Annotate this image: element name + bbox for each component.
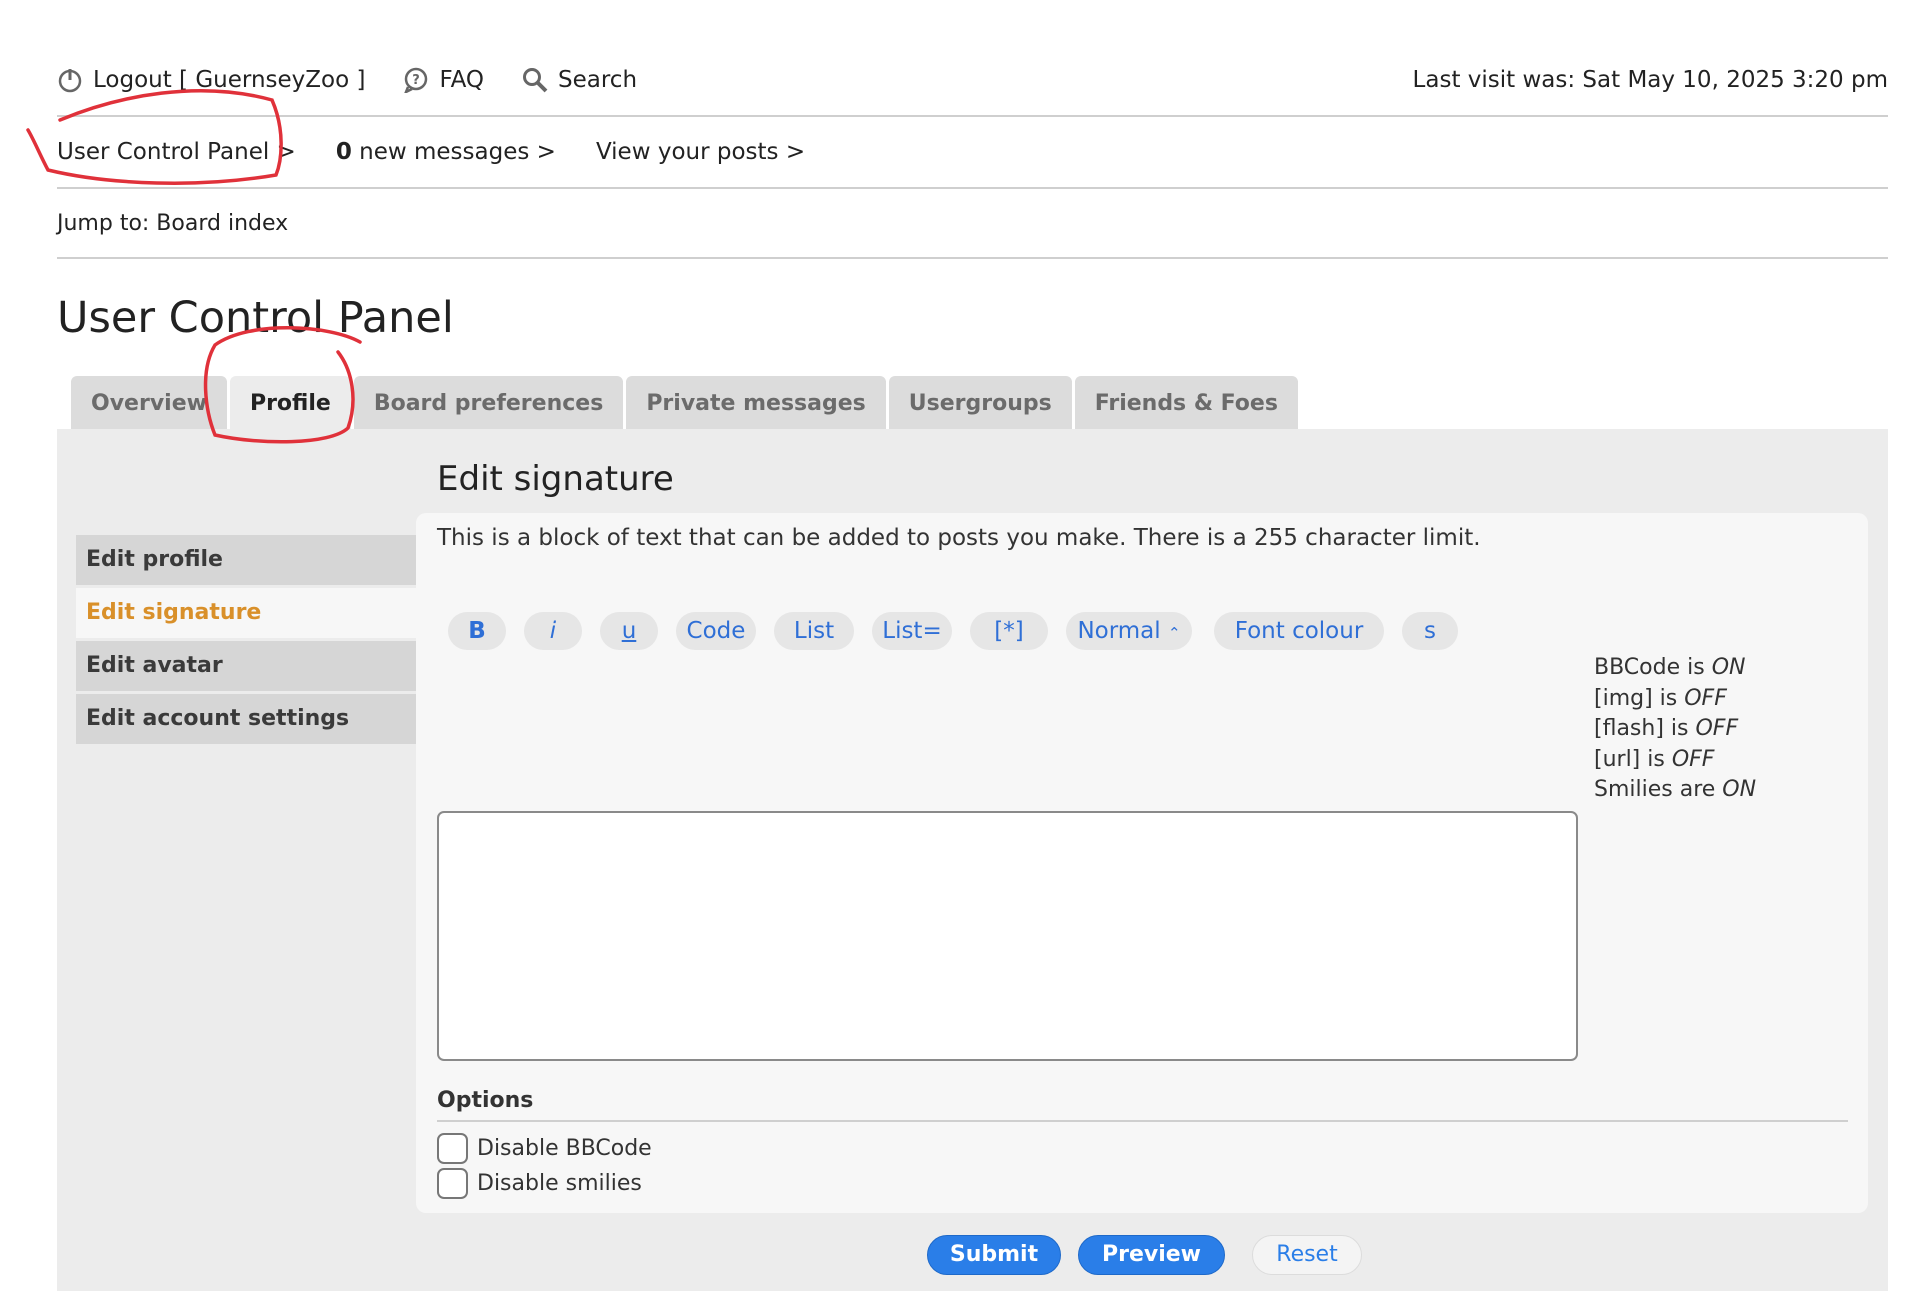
status-smilies-value: ON [1722, 777, 1757, 802]
ucp-link[interactable]: User Control Panel > [57, 139, 296, 165]
search-icon [523, 68, 548, 93]
options-divider [437, 1120, 1848, 1122]
tab-friends-foes[interactable]: Friends & Foes [1074, 376, 1298, 431]
ordered-list-button[interactable]: List= [872, 612, 952, 650]
status-bbcode: BBCode is ON [1594, 653, 1756, 684]
list-button[interactable]: List [774, 612, 854, 650]
status-img: [img] is OFF [1594, 684, 1756, 715]
reset-button[interactable]: Reset [1252, 1235, 1362, 1275]
disable-smilies-checkbox[interactable] [437, 1168, 468, 1199]
status-img-value: OFF [1684, 685, 1727, 711]
tab-usergroups[interactable]: Usergroups [888, 376, 1072, 431]
underline-button[interactable]: u [600, 612, 658, 650]
status-flash: [flash] is OFF [1594, 714, 1756, 745]
subnav: User Control Panel > 0 new messages > Vi… [57, 117, 1888, 189]
tab-bar: Overview Profile Board preferences Priva… [57, 375, 1888, 431]
disable-bbcode-label: Disable BBCode [477, 1136, 652, 1161]
status-bbcode-value: ON [1711, 655, 1746, 680]
options-title: Options [437, 1088, 534, 1113]
section-title: Edit signature [437, 459, 674, 499]
status-flash-value: OFF [1695, 716, 1739, 741]
logout-label: Logout [ GuernseyZoo ] [93, 67, 366, 93]
signature-textarea[interactable] [437, 811, 1578, 1061]
code-button[interactable]: Code [676, 612, 756, 650]
logout-link[interactable]: Logout [ GuernseyZoo ] [57, 67, 365, 93]
bold-button[interactable]: B [448, 612, 506, 650]
sidebar: Edit profile Edit signature Edit avatar … [76, 535, 416, 747]
question-icon: ? [404, 67, 428, 93]
search-link[interactable]: Search [522, 67, 637, 93]
tab-profile[interactable]: Profile [229, 376, 351, 431]
status-url-label: [url] is [1594, 746, 1672, 772]
disable-smilies-option[interactable]: Disable smilies [437, 1168, 642, 1199]
new-messages-label: new messages > [351, 139, 556, 165]
bbcode-status: BBCode is ON [img] is OFF [flash] is OFF… [1594, 653, 1756, 806]
preview-button[interactable]: Preview [1078, 1235, 1225, 1275]
tab-overview[interactable]: Overview [71, 376, 227, 431]
search-label: Search [558, 67, 638, 93]
form-buttons: Submit Preview Reset [927, 1235, 1379, 1275]
font-colour-button[interactable]: Font colour [1214, 612, 1384, 650]
last-visit: Last visit was: Sat May 10, 2025 3:20 pm [1412, 67, 1888, 93]
list-item-button[interactable]: [*] [970, 612, 1048, 650]
ucp-panel: Edit profile Edit signature Edit avatar … [57, 429, 1888, 1291]
chevron-updown-icon: ⌃ [1167, 624, 1181, 642]
tab-private-messages[interactable]: Private messages [626, 376, 886, 431]
tab-board-preferences[interactable]: Board preferences [353, 376, 624, 431]
jump-bar: Jump to: Board index [57, 189, 1888, 259]
status-smilies-label: Smilies are [1594, 777, 1723, 802]
top-nav: Logout [ GuernseyZoo ] ? FAQ Search Last… [57, 45, 1888, 117]
new-messages-count: 0 [335, 139, 352, 165]
italic-button[interactable]: i [524, 612, 582, 650]
view-posts-link[interactable]: View your posts > [596, 139, 805, 165]
jump-to-link[interactable]: Jump to: Board index [57, 211, 288, 236]
bbcode-toolbar: B i u Code List List= [*] Normal ⌃ Font … [448, 612, 1476, 650]
sidebar-item-edit-avatar[interactable]: Edit avatar [76, 641, 416, 691]
signature-description: This is a block of text that can be adde… [437, 525, 1481, 551]
sidebar-item-edit-account-settings[interactable]: Edit account settings [76, 694, 416, 744]
font-size-select[interactable]: Normal ⌃ [1066, 612, 1192, 650]
disable-bbcode-checkbox[interactable] [437, 1133, 468, 1164]
sidebar-item-edit-profile[interactable]: Edit profile [76, 535, 416, 585]
status-bbcode-label: BBCode is [1594, 655, 1712, 680]
status-flash-label: [flash] is [1594, 716, 1696, 741]
disable-bbcode-option[interactable]: Disable BBCode [437, 1133, 652, 1164]
faq-link[interactable]: ? FAQ [403, 67, 484, 93]
page-title: User Control Panel [57, 293, 454, 343]
status-smilies: Smilies are ON [1594, 775, 1756, 806]
power-icon [58, 69, 82, 93]
signature-form: This is a block of text that can be adde… [416, 513, 1868, 1213]
new-messages-link[interactable]: 0 new messages > [336, 139, 556, 165]
page: Logout [ GuernseyZoo ] ? FAQ Search Last… [57, 0, 1888, 1291]
status-url: [url] is OFF [1594, 745, 1756, 776]
disable-smilies-label: Disable smilies [477, 1171, 642, 1196]
status-img-label: [img] is [1594, 685, 1685, 711]
strike-button[interactable]: s [1402, 612, 1458, 650]
status-url-value: OFF [1671, 746, 1715, 772]
svg-text:?: ? [413, 73, 421, 88]
sidebar-item-edit-signature[interactable]: Edit signature [76, 588, 416, 638]
faq-label: FAQ [439, 67, 485, 93]
font-size-value: Normal [1077, 618, 1161, 644]
submit-button[interactable]: Submit [927, 1235, 1061, 1275]
